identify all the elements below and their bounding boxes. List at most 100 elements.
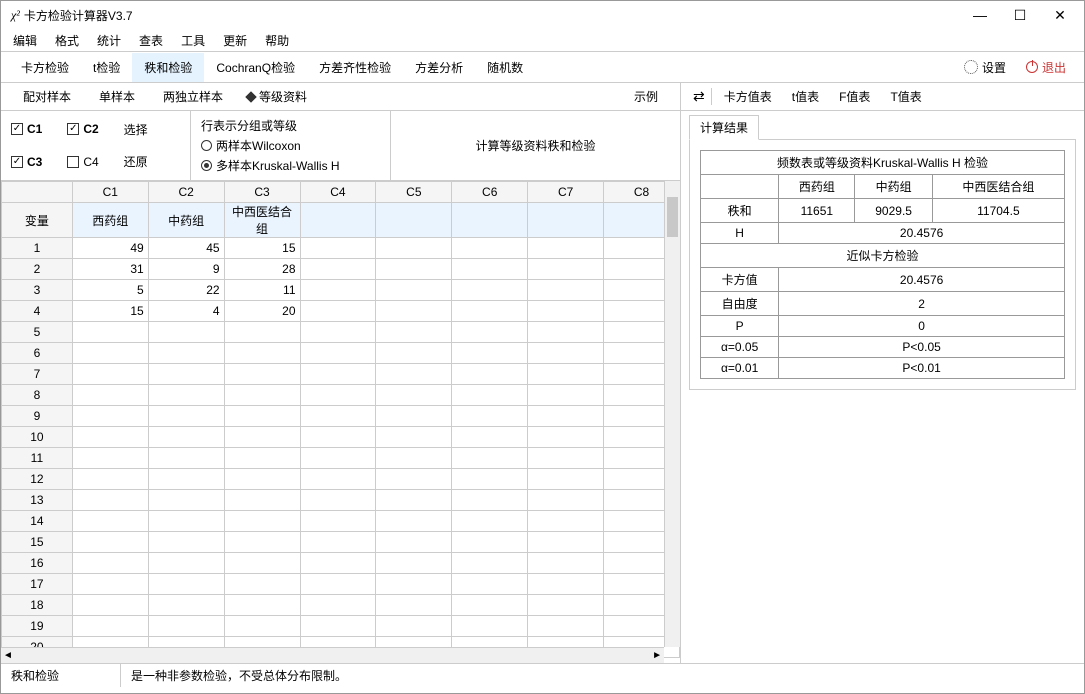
col-C5[interactable]: C5 (376, 182, 452, 203)
cell[interactable] (224, 406, 300, 427)
radio-wilcoxon[interactable]: 两样本Wilcoxon (201, 137, 380, 154)
close-button[interactable]: ✕ (1040, 7, 1080, 24)
swap-icon[interactable]: ⇄ (687, 88, 712, 105)
cell[interactable] (376, 343, 452, 364)
cell[interactable] (376, 511, 452, 532)
cell[interactable] (148, 322, 224, 343)
maximize-button[interactable]: ☐ (1000, 7, 1040, 24)
cell[interactable] (452, 532, 528, 553)
cell[interactable] (452, 322, 528, 343)
row-hdr[interactable]: 7 (2, 364, 73, 385)
cell[interactable] (528, 532, 604, 553)
cell[interactable] (148, 595, 224, 616)
col-C7[interactable]: C7 (528, 182, 604, 203)
cell[interactable] (300, 427, 376, 448)
var-cell[interactable] (376, 203, 452, 238)
cell[interactable] (72, 574, 148, 595)
cell[interactable] (72, 385, 148, 406)
select-button[interactable]: 选择 (124, 121, 180, 138)
cell[interactable] (224, 574, 300, 595)
cell[interactable] (452, 280, 528, 301)
cell[interactable] (224, 532, 300, 553)
subtab-twoindep[interactable]: 两独立样本 (149, 84, 237, 109)
cell[interactable] (224, 427, 300, 448)
cell[interactable] (300, 364, 376, 385)
cell[interactable] (528, 427, 604, 448)
result-tab[interactable]: 计算结果 (689, 115, 759, 140)
cell[interactable] (452, 301, 528, 322)
cell[interactable] (72, 427, 148, 448)
cell[interactable] (376, 280, 452, 301)
cell[interactable] (528, 259, 604, 280)
var-cell[interactable]: 中药组 (148, 203, 224, 238)
cell[interactable] (72, 616, 148, 637)
exit-button[interactable]: 退出 (1016, 55, 1076, 80)
tab-0[interactable]: 卡方检验 (9, 53, 81, 82)
cell[interactable] (148, 364, 224, 385)
cell[interactable] (528, 574, 604, 595)
var-cell[interactable] (452, 203, 528, 238)
check-c3[interactable]: ✓C3 (11, 155, 67, 169)
menu-格式[interactable]: 格式 (49, 30, 85, 51)
cell[interactable] (528, 238, 604, 259)
cell[interactable] (72, 511, 148, 532)
cell[interactable] (148, 406, 224, 427)
cell[interactable] (528, 322, 604, 343)
row-hdr[interactable]: 8 (2, 385, 73, 406)
cell[interactable] (452, 553, 528, 574)
cell[interactable] (300, 616, 376, 637)
row-hdr[interactable]: 18 (2, 595, 73, 616)
row-hdr[interactable]: 12 (2, 469, 73, 490)
cell[interactable] (72, 490, 148, 511)
cell[interactable]: 9 (148, 259, 224, 280)
cell[interactable]: 31 (72, 259, 148, 280)
menu-帮助[interactable]: 帮助 (259, 30, 295, 51)
cell[interactable] (376, 385, 452, 406)
menu-工具[interactable]: 工具 (175, 30, 211, 51)
cell[interactable] (300, 280, 376, 301)
cell[interactable] (72, 364, 148, 385)
cell[interactable]: 49 (72, 238, 148, 259)
cell[interactable] (224, 322, 300, 343)
row-hdr[interactable]: 3 (2, 280, 73, 301)
col-C4[interactable]: C4 (300, 182, 376, 203)
cell[interactable] (376, 427, 452, 448)
cell[interactable] (224, 469, 300, 490)
row-hdr[interactable]: 10 (2, 427, 73, 448)
cell[interactable] (300, 343, 376, 364)
tab-5[interactable]: 方差分析 (403, 53, 475, 82)
cell[interactable] (72, 406, 148, 427)
col-C1[interactable]: C1 (72, 182, 148, 203)
cell[interactable]: 4 (148, 301, 224, 322)
cell[interactable] (148, 574, 224, 595)
rtab-卡方值表[interactable]: 卡方值表 (714, 86, 782, 108)
cell[interactable] (452, 490, 528, 511)
subtab-paired[interactable]: 配对样本 (9, 84, 85, 109)
cell[interactable]: 22 (148, 280, 224, 301)
cell[interactable] (376, 574, 452, 595)
cell[interactable] (148, 553, 224, 574)
cell[interactable] (72, 448, 148, 469)
tab-3[interactable]: CochranQ检验 (204, 53, 307, 82)
restore-button[interactable]: 还原 (124, 153, 180, 170)
cell[interactable] (224, 595, 300, 616)
cell[interactable] (224, 511, 300, 532)
cell[interactable] (452, 574, 528, 595)
cell[interactable] (300, 238, 376, 259)
cell[interactable] (300, 385, 376, 406)
cell[interactable] (72, 532, 148, 553)
cell[interactable] (148, 469, 224, 490)
cell[interactable] (376, 322, 452, 343)
cell[interactable] (452, 616, 528, 637)
cell[interactable] (376, 301, 452, 322)
col-C6[interactable]: C6 (452, 182, 528, 203)
tab-6[interactable]: 随机数 (475, 53, 535, 82)
cell[interactable] (72, 553, 148, 574)
cell[interactable] (300, 469, 376, 490)
cell[interactable] (224, 616, 300, 637)
row-hdr[interactable]: 15 (2, 532, 73, 553)
check-c4[interactable]: C4 (67, 155, 123, 169)
row-hdr[interactable]: 4 (2, 301, 73, 322)
cell[interactable] (452, 448, 528, 469)
cell[interactable] (300, 301, 376, 322)
